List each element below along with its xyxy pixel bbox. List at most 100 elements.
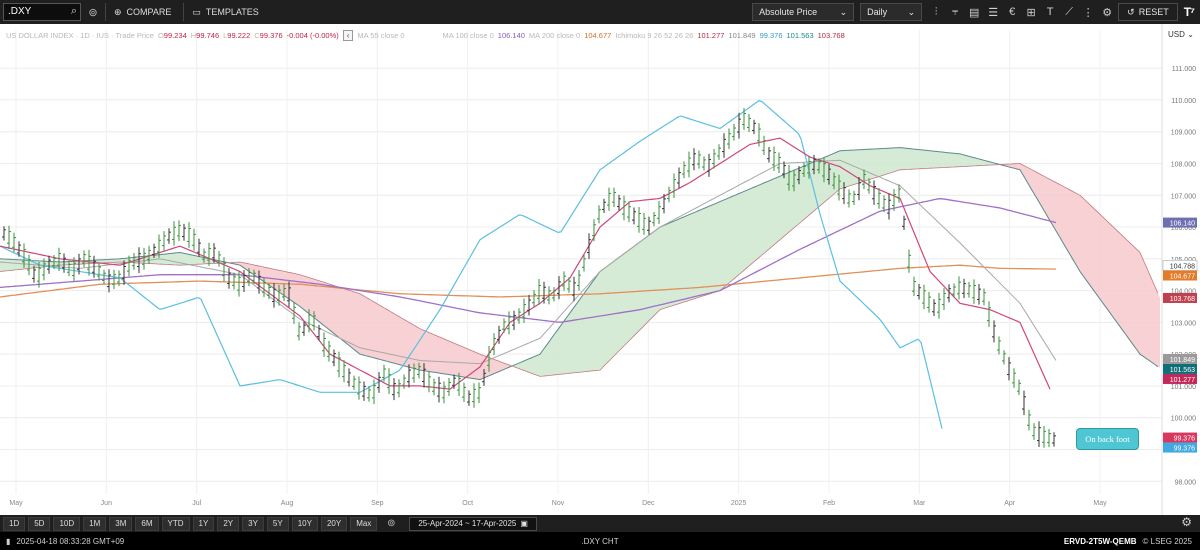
ichimoku-cloud-segment xyxy=(176,252,180,266)
ichimoku-cloud-segment xyxy=(320,281,324,326)
legend-open: O99.234 xyxy=(158,31,187,40)
search-icon[interactable]: ⌕ xyxy=(71,5,77,18)
ichimoku-cloud-segment xyxy=(12,259,16,271)
annotation-callout[interactable]: On back foot xyxy=(1076,428,1139,450)
currency-icon[interactable]: € xyxy=(1004,4,1020,20)
ichimoku-cloud-segment xyxy=(1092,206,1096,294)
ichimoku-cloud-segment xyxy=(1148,270,1152,363)
reset-button[interactable]: ↺ RESET xyxy=(1118,3,1178,21)
indicators-icon[interactable]: ⋮ xyxy=(1080,4,1096,20)
legend-change: -0.004 (-0.00%) xyxy=(286,31,339,40)
period-button-1d[interactable]: 1D xyxy=(3,516,26,531)
ichimoku-cloud-segment xyxy=(640,238,644,330)
text-tool-icon[interactable]: T xyxy=(1042,4,1058,20)
ichimoku-cloud-segment xyxy=(884,148,888,175)
chevron-down-icon: ⌄ xyxy=(1187,29,1194,39)
ichimoku-cloud-segment xyxy=(764,181,768,254)
ichimoku-cloud-segment xyxy=(928,150,932,169)
ichimoku-cloud-segment xyxy=(912,148,916,170)
x-tick-label: Sep xyxy=(371,500,384,507)
ichimoku-cloud-segment xyxy=(580,293,584,373)
period-button-6m[interactable]: 6M xyxy=(135,516,159,531)
ichimoku-cloud-segment xyxy=(888,148,892,174)
status-right: ERVD-2T5W-QEMB © LSEG 2025 xyxy=(1064,537,1192,546)
period-button-3y[interactable]: 3Y xyxy=(242,516,264,531)
x-tick-label: May xyxy=(1093,500,1107,507)
chevron-down-icon: ⌄ xyxy=(839,6,848,17)
price-badge-label: 104.788 xyxy=(1170,263,1195,270)
ichimoku-cloud-segment xyxy=(476,352,480,380)
ichimoku-cloud-segment xyxy=(192,255,196,265)
price-badge-label: 104.677 xyxy=(1170,273,1195,280)
period-button-ytd[interactable]: YTD xyxy=(161,516,190,531)
ichimoku-cloud-segment xyxy=(560,321,564,375)
x-tick-label: Nov xyxy=(552,500,565,507)
ichimoku-cloud-segment xyxy=(732,194,736,281)
trendline-icon[interactable]: ⟋ xyxy=(1061,4,1077,20)
ichimoku-cloud-segment xyxy=(1048,178,1052,225)
compare-button[interactable]: ⊕ COMPARE xyxy=(105,3,179,21)
legend-high: H99.746 xyxy=(191,31,219,40)
period-button-10d[interactable]: 10D xyxy=(53,516,81,531)
ichimoku-cloud-segment xyxy=(492,358,496,375)
ichimoku-cloud-segment xyxy=(960,153,964,167)
ichimoku-cloud-segment xyxy=(672,220,676,306)
period-button-max[interactable]: Max xyxy=(350,516,378,531)
ichimoku-cloud-segment xyxy=(1064,186,1068,252)
y-tick-label: 107.000 xyxy=(1171,193,1196,200)
ichimoku-cloud-segment xyxy=(1124,237,1128,338)
chevron-down-icon: ⌄ xyxy=(907,6,916,17)
ichimoku-cloud-segment xyxy=(1076,193,1080,272)
ichimoku-cloud-segment xyxy=(432,333,436,373)
ichimoku-cloud-segment xyxy=(1152,279,1156,366)
period-button-10y[interactable]: 10Y xyxy=(291,516,318,531)
period-button-5d[interactable]: 5D xyxy=(28,516,51,531)
ichimoku-cloud-segment xyxy=(860,149,864,183)
date-range-picker[interactable]: 25-Apr-2024 ~ 17-Apr-2025 ▣ xyxy=(409,516,537,531)
list-icon[interactable]: ☰ xyxy=(985,4,1001,20)
legend-ichimoku: Ichimoku 9 26 52 26 26 xyxy=(615,31,694,40)
ichimoku-cloud-segment xyxy=(924,150,928,169)
chikou-line xyxy=(0,99,943,429)
price-mode-dropdown[interactable]: Absolute Price ⌄ xyxy=(752,3,855,21)
ichimoku-cloud-segment xyxy=(396,314,400,365)
chart-area[interactable]: 98.00099.000100.000101.000102.000103.000… xyxy=(0,24,1200,515)
line-style-icon[interactable]: ⫧ xyxy=(947,4,963,20)
bar-chart-icon[interactable]: ⫶ xyxy=(928,4,944,20)
drawing-tools-icon[interactable]: ⊞ xyxy=(1023,4,1039,20)
period-button-2y[interactable]: 2Y xyxy=(217,516,240,531)
period-button-3m[interactable]: 3M xyxy=(109,516,133,531)
price-chart[interactable]: 98.00099.000100.000101.000102.000103.000… xyxy=(0,24,1200,515)
ichimoku-cloud-segment xyxy=(1072,191,1076,265)
legend-title: US DOLLAR INDEX · 1D · IUS · Trade Price xyxy=(6,31,154,40)
ichimoku-cloud-segment xyxy=(904,148,908,170)
ichimoku-cloud-segment xyxy=(1140,252,1144,357)
period-button-5y[interactable]: 5Y xyxy=(266,516,289,531)
symbol-input[interactable]: .DXY ⌕ xyxy=(3,3,81,21)
ichimoku-cloud-segment xyxy=(712,203,716,294)
price-badge-label: 101.277 xyxy=(1170,377,1195,384)
legend-ichimoku-v3: 99.376 xyxy=(759,31,783,40)
ichimoku-cloud-segment xyxy=(820,157,824,206)
x-tick-label: 2025 xyxy=(731,500,747,507)
ichimoku-cloud-segment xyxy=(428,332,432,372)
info-icon[interactable]: ⊚ xyxy=(85,4,101,20)
settings-icon[interactable]: ⚙ xyxy=(1099,4,1115,20)
templates-button[interactable]: ▭ TEMPLATES xyxy=(183,3,266,21)
reset-label: RESET xyxy=(1138,7,1169,17)
period-button-20y[interactable]: 20Y xyxy=(320,516,348,531)
period-button-1m[interactable]: 1M xyxy=(83,516,107,531)
chart-legend: US DOLLAR INDEX · 1D · IUS · Trade Price… xyxy=(6,30,845,41)
ichimoku-cloud-segment xyxy=(40,260,44,268)
interval-dropdown[interactable]: Daily ⌄ xyxy=(860,3,923,21)
collapse-legend-button[interactable]: ‹ xyxy=(342,30,354,41)
ichimoku-cloud-segment xyxy=(1156,288,1160,369)
ichimoku-cloud-segment xyxy=(448,340,452,376)
currency-selector[interactable]: USD ⌄ xyxy=(1166,27,1196,41)
ichimoku-cloud-segment xyxy=(768,179,772,250)
period-settings-icon[interactable]: ⊚ xyxy=(383,516,399,532)
compare-label: COMPARE xyxy=(126,7,172,17)
layout-icon[interactable]: ▤ xyxy=(966,4,982,20)
period-button-1y[interactable]: 1Y xyxy=(192,516,215,531)
chart-settings-icon[interactable]: ⚙ xyxy=(1181,515,1192,529)
